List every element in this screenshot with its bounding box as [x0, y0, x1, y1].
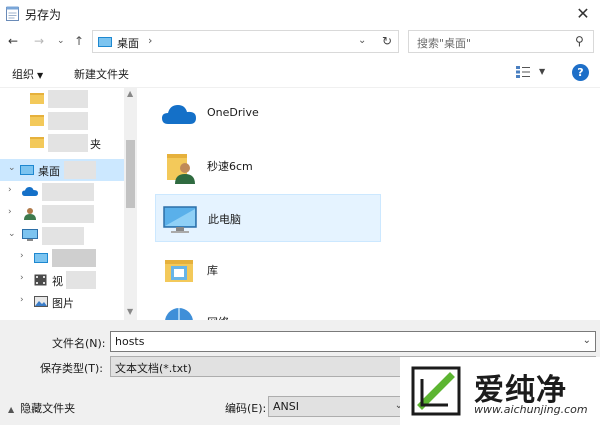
address-dropdown-button[interactable]: ⌄	[358, 35, 366, 46]
tree-item-desktop-sub[interactable]: ›	[0, 247, 124, 269]
title-bar: 另存为 ✕	[0, 0, 600, 27]
new-folder-button[interactable]: 新建文件夹	[74, 66, 129, 82]
chevron-right-icon[interactable]: ›	[8, 207, 12, 217]
forward-button[interactable]: →	[34, 34, 44, 48]
back-button[interactable]: ←	[8, 34, 18, 48]
encoding-select[interactable]: ANSI ⌄	[268, 396, 408, 417]
help-button[interactable]: ?	[572, 64, 589, 81]
user-folder-icon	[167, 154, 195, 184]
redacted-label	[42, 205, 94, 223]
redacted-label	[64, 161, 96, 179]
tree-item-this-pc[interactable]: ⌄	[0, 225, 124, 247]
list-item-this-pc[interactable]: 此电脑	[155, 194, 381, 242]
chevron-right-icon[interactable]: ›	[20, 273, 24, 283]
this-pc-icon	[163, 206, 197, 233]
view-options-icon[interactable]	[516, 66, 530, 78]
pictures-icon	[34, 296, 48, 307]
tree-item-user[interactable]: ›	[0, 203, 124, 225]
chevron-right-icon[interactable]: ›	[8, 185, 12, 195]
navigation-pane: 夹 ⌄ 桌面 › › ⌄ › › 视 › 图片 ▲ ▼	[0, 88, 137, 320]
aichunjing-logo	[411, 366, 461, 416]
library-icon	[165, 260, 193, 282]
scroll-down-button[interactable]: ▼	[127, 307, 133, 316]
nav-scrollbar[interactable]: ▲ ▼	[124, 88, 137, 320]
tree-item[interactable]	[0, 88, 124, 110]
watermark-url: www.aichunjing.com	[474, 403, 588, 416]
tree-item-videos[interactable]: › 视	[0, 269, 124, 291]
tree-item[interactable]: 夹	[0, 132, 124, 154]
list-item-onedrive[interactable]: OneDrive	[155, 90, 381, 138]
tree-item[interactable]	[0, 110, 124, 132]
search-placeholder: 搜索"桌面"	[417, 37, 472, 50]
watermark: 爱纯净 www.aichunjing.com	[400, 357, 600, 425]
notepad-icon	[6, 6, 19, 21]
file-list: OneDrive 秒速6cm 此电脑 库 网络	[137, 88, 600, 320]
desktop-icon	[34, 253, 48, 263]
breadcrumb-chevron-icon[interactable]: ›	[148, 34, 152, 47]
address-row: ← → ⌄ ↑ 桌面 › ⌄ ↻ 搜索"桌面" ⚲	[0, 27, 600, 57]
list-item-user-folder[interactable]: 秒速6cm	[155, 142, 381, 190]
up-button[interactable]: ↑	[74, 34, 84, 48]
folder-icon	[30, 115, 44, 126]
redacted-label	[42, 227, 84, 245]
chevron-right-icon[interactable]: ›	[20, 295, 24, 305]
hide-folders-label: 隐藏文件夹	[20, 402, 76, 415]
hide-folders-button[interactable]: ▲ 隐藏文件夹	[8, 400, 75, 416]
redacted-label	[48, 112, 88, 130]
recent-locations-button[interactable]: ⌄	[57, 36, 65, 46]
tree-item-pictures[interactable]: › 图片	[0, 291, 124, 313]
chevron-up-icon: ▲	[8, 405, 15, 414]
onedrive-icon	[22, 187, 38, 196]
video-icon	[34, 274, 47, 286]
organize-label: 组织	[12, 68, 34, 81]
onedrive-icon	[162, 105, 196, 124]
this-pc-icon	[22, 229, 38, 241]
encoding-label: 编码(E):	[225, 402, 267, 415]
tree-item-onedrive[interactable]: ›	[0, 181, 124, 203]
view-dropdown-button[interactable]: ▼	[539, 67, 545, 76]
command-bar: 组织 ▼ 新建文件夹 ▼ ?	[0, 57, 600, 88]
tree-item-desktop[interactable]: ⌄ 桌面	[0, 159, 124, 181]
folder-icon	[30, 93, 44, 104]
list-item-network[interactable]: 网络	[155, 298, 381, 320]
desktop-icon	[98, 37, 112, 47]
search-input[interactable]: 搜索"桌面" ⚲	[408, 30, 594, 53]
scrollbar-thumb[interactable]	[126, 140, 135, 208]
network-icon	[165, 308, 193, 320]
window-title: 另存为	[25, 8, 62, 22]
breadcrumb-desktop[interactable]: 桌面	[117, 35, 139, 51]
user-icon	[24, 208, 36, 220]
chevron-right-icon[interactable]: ›	[20, 251, 24, 261]
redacted-label	[42, 183, 94, 201]
filename-label: 文件名(N):	[52, 337, 106, 350]
redacted-label	[48, 90, 88, 108]
scroll-up-button[interactable]: ▲	[127, 89, 133, 98]
folder-icon	[30, 137, 44, 148]
redacted-label	[48, 134, 88, 152]
desktop-icon	[20, 165, 34, 175]
redacted-label	[52, 249, 96, 267]
address-field[interactable]: 桌面 › ⌄ ↻	[92, 30, 399, 53]
search-icon[interactable]: ⚲	[575, 34, 584, 48]
refresh-button[interactable]: ↻	[382, 34, 392, 48]
organize-button[interactable]: 组织 ▼	[12, 66, 43, 82]
chevron-down-icon[interactable]: ⌄	[583, 335, 591, 346]
chevron-down-icon[interactable]: ⌄	[8, 229, 16, 239]
chevron-down-icon[interactable]: ⌄	[8, 163, 16, 173]
list-item-libraries[interactable]: 库	[155, 246, 381, 294]
filename-field[interactable]: hosts ⌄	[110, 331, 596, 352]
filetype-label: 保存类型(T):	[40, 362, 104, 375]
close-button[interactable]: ✕	[570, 2, 596, 24]
chevron-down-icon: ▼	[37, 71, 44, 80]
redacted-label	[66, 271, 96, 289]
